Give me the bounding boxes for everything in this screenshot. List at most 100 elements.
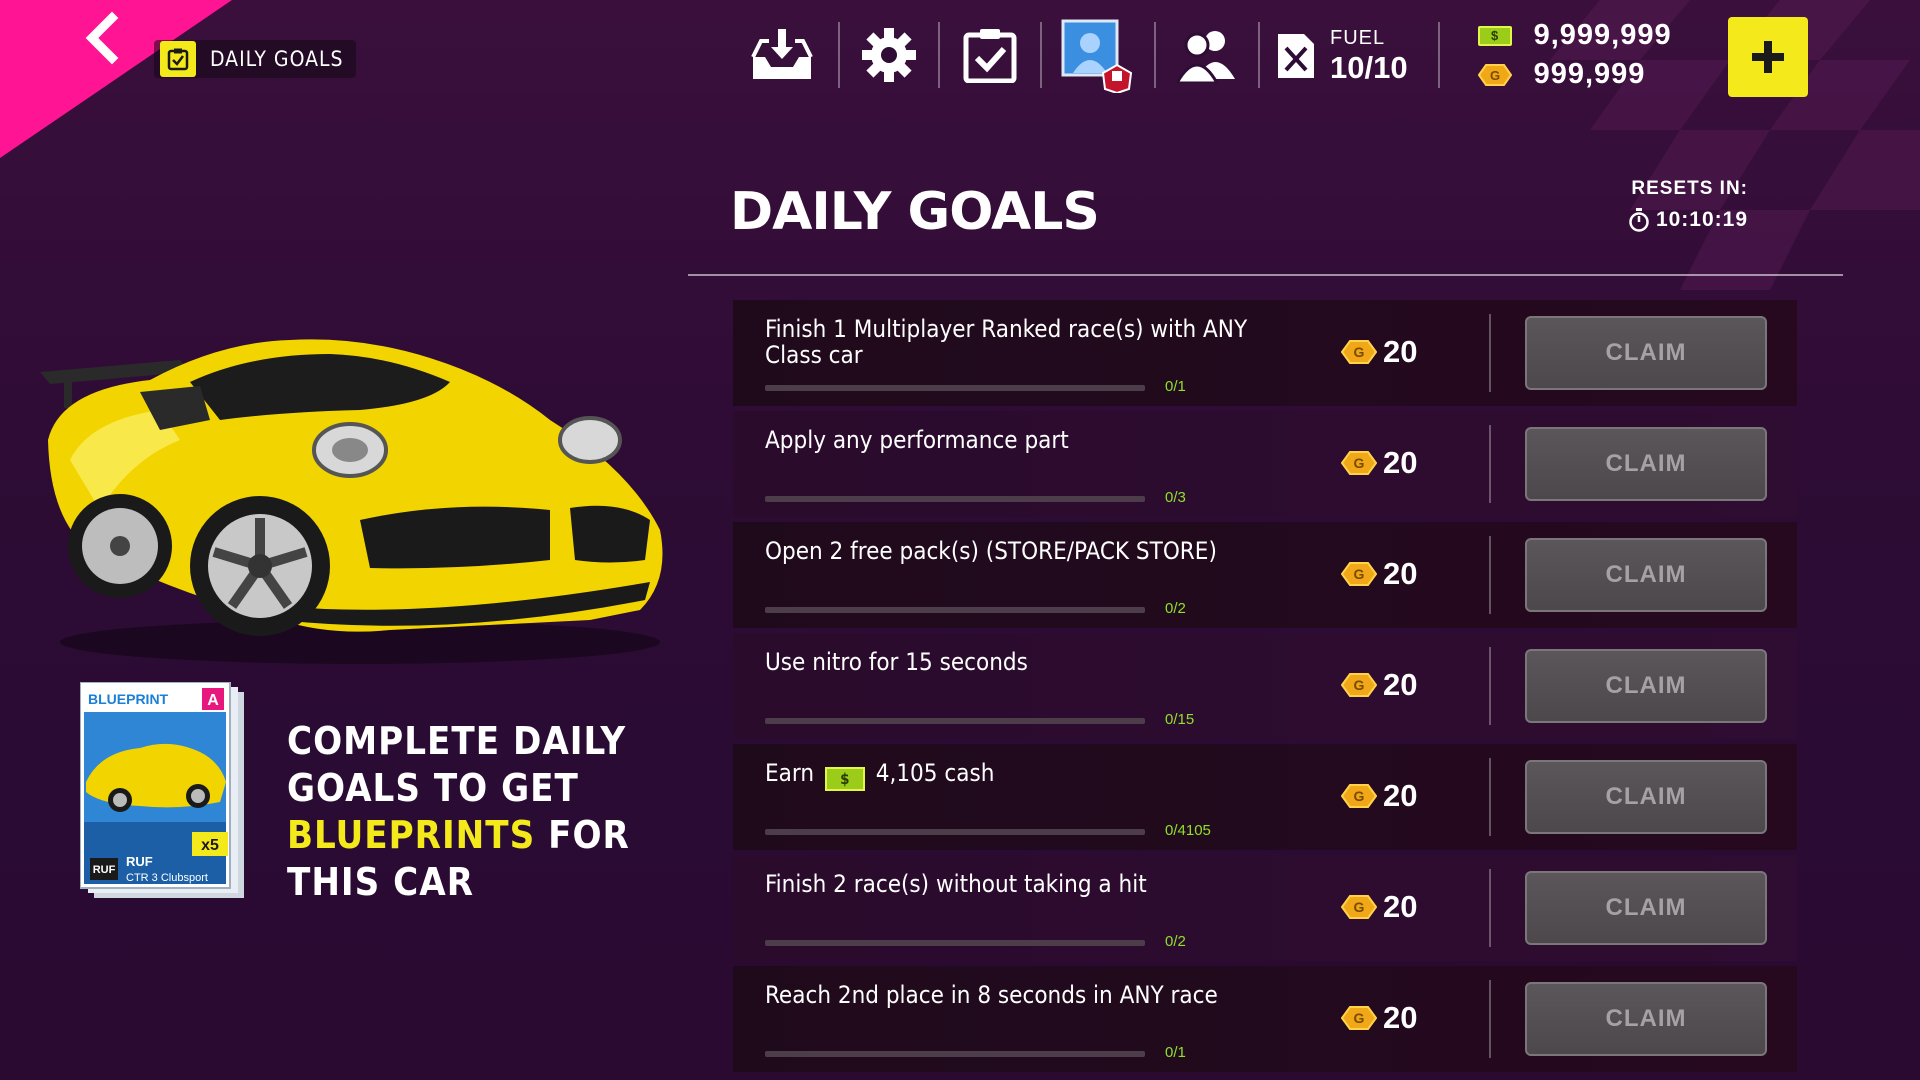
reward: G 20 (1341, 889, 1417, 925)
claim-button[interactable]: CLAIM (1525, 427, 1767, 501)
gold-coin-icon: G (1341, 895, 1377, 919)
reward: G 20 (1341, 778, 1417, 814)
screen-tag-label: DAILY GOALS (210, 47, 344, 71)
claim-button[interactable]: CLAIM (1525, 982, 1767, 1056)
progress-bar (765, 940, 1145, 946)
gold-coin-icon: G (1341, 673, 1377, 697)
progress-text: 0/2 (1165, 600, 1186, 617)
avatar-icon (1061, 19, 1133, 93)
progress-text: 0/2 (1165, 933, 1186, 950)
gold-coin-icon: G (1341, 1006, 1377, 1030)
claim-button[interactable]: CLAIM (1525, 871, 1767, 945)
reward: G 20 (1341, 1000, 1417, 1036)
settings-button[interactable] (854, 14, 924, 96)
divider (688, 274, 1843, 276)
friends-button[interactable] (1170, 14, 1244, 96)
promo-line-3-rest: FOR (535, 813, 630, 857)
claim-button[interactable]: CLAIM (1525, 649, 1767, 723)
separator (1489, 425, 1491, 503)
separator (1258, 22, 1260, 88)
reward: G 20 (1341, 667, 1417, 703)
reward-value: 20 (1383, 445, 1418, 480)
gold-coin-letter: G (1354, 899, 1365, 915)
promo-line-4: THIS CAR (287, 860, 475, 904)
reset-timer: RESETS IN: 10:10:19 (1628, 178, 1748, 232)
top-bar: FUEL 10/10 $ 9,999,999 G 999,999 (740, 14, 1672, 96)
goal-description: Finish 1 Multiplayer Ranked race(s) with… (765, 315, 1248, 369)
progress-text: 0/1 (1165, 378, 1186, 395)
progress-bar (765, 718, 1145, 724)
gold-coin-letter: G (1354, 677, 1365, 693)
promo-highlight: BLUEPRINTS (287, 813, 536, 857)
gold-amount: 999,999 (1533, 58, 1646, 90)
claim-button[interactable]: CLAIM (1525, 760, 1767, 834)
friends-icon (1177, 31, 1235, 83)
goal-row: Apply any performance part 0/3 G 20 CLAI… (733, 411, 1797, 517)
reward-value: 20 (1383, 556, 1418, 591)
goal-description: Reach 2nd place in 8 seconds in ANY race (765, 981, 1218, 1009)
progress-text: 0/3 (1165, 489, 1186, 506)
fuel-value: 10/10 (1330, 49, 1408, 85)
reward-value: 20 (1383, 1000, 1418, 1035)
gold-coin-letter: G (1354, 566, 1365, 582)
progress-bar (765, 607, 1145, 613)
claim-button[interactable]: CLAIM (1525, 538, 1767, 612)
separator (1489, 980, 1491, 1058)
progress-bar (765, 829, 1145, 835)
blueprint-label: BLUEPRINT (88, 691, 169, 707)
separator (938, 22, 940, 88)
chevron-left-icon (85, 11, 119, 65)
cash-icon: $ (1477, 25, 1512, 46)
gold-coin-icon: G (1341, 340, 1377, 364)
clipboard-check-icon (963, 29, 1017, 83)
cash-amount: 9,999,999 (1533, 19, 1672, 51)
progress-bar (765, 496, 1145, 502)
progress-text: 0/1 (1165, 1044, 1186, 1061)
goal-description: Earn $ 4,105 cash (765, 760, 1285, 791)
stopwatch-icon (1629, 208, 1649, 232)
progress-bar (765, 1051, 1145, 1057)
gold-coin-letter: G (1490, 68, 1500, 83)
gold-coin-icon: G (1341, 784, 1377, 808)
reward: G 20 (1341, 334, 1417, 370)
claim-button[interactable]: CLAIM (1525, 316, 1767, 390)
gold-coin-letter: G (1354, 455, 1365, 471)
reward-value: 20 (1383, 667, 1418, 702)
promo-line-2: GOALS TO GET (287, 766, 579, 810)
fuel-label: FUEL (1330, 26, 1386, 49)
reward-value: 20 (1383, 334, 1418, 369)
car-image (40, 339, 663, 664)
page-title: DAILY GOALS (730, 182, 1100, 242)
separator (1489, 536, 1491, 614)
checklist-icon (160, 41, 196, 77)
separator (838, 22, 840, 88)
gold-coin-letter: G (1354, 788, 1365, 804)
fuel-indicator: FUEL 10/10 (1274, 28, 1408, 83)
goal-description: Open 2 free pack(s) (STORE/PACK STORE) (765, 537, 1217, 565)
gear-icon (862, 28, 916, 82)
inbox-button[interactable] (740, 14, 824, 96)
reward-value: 20 (1383, 778, 1418, 813)
profile-button[interactable] (1056, 14, 1140, 96)
inbox-download-icon (751, 29, 813, 79)
separator (1489, 758, 1491, 836)
cash-icon: $ (824, 767, 865, 791)
blueprint-class: A (207, 692, 219, 709)
blueprint-count: x5 (201, 837, 219, 854)
reset-label: RESETS IN: (1631, 178, 1748, 199)
goal-text-suffix: 4,105 cash (875, 759, 995, 787)
goal-row: Open 2 free pack(s) (STORE/PACK STORE) 0… (733, 522, 1797, 628)
goal-description: Finish 2 race(s) without taking a hit (765, 870, 1147, 898)
goal-row: Finish 2 race(s) without taking a hit 0/… (733, 855, 1797, 961)
goals-list: Finish 1 Multiplayer Ranked race(s) with… (733, 300, 1797, 1077)
gold-coin-icon: G (1341, 562, 1377, 586)
blueprint-card: BLUEPRINT A x5 RUF RUF CTR 3 Clubsport (80, 682, 244, 898)
reset-time-value: 10:10:19 (1655, 208, 1748, 231)
gold-coin-icon: G (1341, 451, 1377, 475)
separator (1489, 869, 1491, 947)
goal-row: Earn $ 4,105 cash 0/4105 G 20 CLAIM (733, 744, 1797, 850)
back-button[interactable] (78, 10, 128, 66)
add-currency-button[interactable] (1728, 17, 1808, 97)
goals-button[interactable] (954, 14, 1026, 96)
goal-row: Use nitro for 15 seconds 0/15 G 20 CLAIM (733, 633, 1797, 739)
